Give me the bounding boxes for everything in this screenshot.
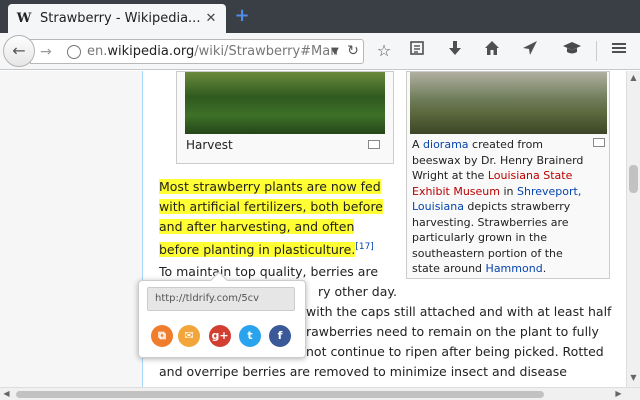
highlighted-line: with artificial fertilizers, both before — [159, 199, 383, 214]
navigation-bar: → en.wikipedia.org/wiki/Strawberry#Manu … — [0, 33, 640, 70]
diorama-image[interactable] — [410, 72, 607, 134]
highlighted-line: and after harvesting, and often — [159, 219, 355, 234]
facebook-icon[interactable]: f — [269, 325, 291, 347]
url-dropdown-icon[interactable]: ▼ — [329, 40, 341, 63]
toolbar-separator — [596, 41, 597, 61]
link-diorama[interactable]: diorama — [423, 138, 469, 151]
horizontal-scrollbar[interactable]: ◀ ▶ — [0, 387, 640, 400]
article-line: rawberries need to remain on the plant t… — [306, 324, 599, 339]
tab-strawberry[interactable]: W Strawberry - Wikipedia... ✕ — [8, 4, 226, 33]
vertical-scrollbar[interactable]: ▲ ▼ — [626, 71, 640, 387]
harvest-caption: Harvest — [186, 138, 233, 152]
wikipedia-sidebar — [0, 71, 143, 387]
home-icon[interactable] — [480, 39, 504, 63]
reading-list-icon[interactable] — [405, 39, 429, 63]
copy-icon[interactable]: ⧉ — [151, 325, 173, 347]
scroll-left-icon[interactable]: ◀ — [0, 388, 13, 400]
url-bar[interactable]: → en.wikipedia.org/wiki/Strawberry#Manu … — [30, 39, 364, 64]
send-icon[interactable] — [518, 39, 542, 63]
wikipedia-favicon-icon: W — [16, 10, 32, 26]
globe-icon[interactable] — [67, 45, 81, 59]
harvest-figure: Harvest — [176, 71, 394, 164]
download-icon[interactable] — [443, 39, 467, 63]
tab-title: Strawberry - Wikipedia... — [40, 11, 201, 26]
graduation-cap-icon[interactable] — [560, 39, 584, 63]
harvest-image[interactable] — [185, 72, 385, 134]
scroll-up-icon[interactable]: ▲ — [627, 71, 640, 85]
forward-icon[interactable]: → — [40, 41, 52, 63]
citation-link[interactable]: [17] — [355, 242, 373, 252]
article-line: ry other day. — [318, 284, 397, 299]
page-content: Harvest A diorama created from beeswax b… — [0, 71, 626, 387]
link-hammond[interactable]: Hammond — [486, 262, 543, 275]
new-tab-button[interactable]: + — [232, 6, 252, 26]
highlighted-line: Most strawberry plants are now fed — [159, 179, 381, 194]
diorama-figure: A diorama created from beeswax by Dr. He… — [406, 71, 610, 279]
star-icon[interactable]: ☆ — [372, 39, 396, 63]
enlarge-icon[interactable] — [593, 138, 605, 147]
horizontal-scroll-thumb[interactable] — [16, 391, 544, 398]
url-text[interactable]: en.wikipedia.org/wiki/Strawberry#Manu — [87, 40, 337, 63]
article-line: and overripe berries are removed to mini… — [159, 364, 568, 379]
reload-icon[interactable]: ↻ — [345, 40, 361, 63]
google-plus-icon[interactable]: g+ — [209, 325, 231, 347]
vertical-scroll-thumb[interactable] — [629, 165, 638, 193]
enlarge-icon[interactable] — [368, 140, 380, 149]
twitter-icon[interactable]: t — [239, 325, 261, 347]
tab-strip: W Strawberry - Wikipedia... ✕ + — [0, 0, 640, 33]
share-popup: http://tldrify.com/5cv ⧉ ✉ g+ t f — [138, 271, 306, 358]
article-line: not continue to ripen after being picked… — [306, 344, 604, 359]
highlighted-line: before planting in plasticulture.[17] — [159, 242, 374, 258]
email-icon[interactable]: ✉ — [178, 325, 200, 347]
menu-icon[interactable] — [607, 39, 631, 63]
scroll-right-icon[interactable]: ▶ — [612, 388, 625, 400]
article-line: with the caps still attached and with at… — [306, 304, 612, 319]
diorama-caption: A diorama created from beeswax by Dr. He… — [412, 138, 584, 275]
close-tab-icon[interactable]: ✕ — [204, 11, 218, 26]
back-button[interactable]: ← — [3, 35, 35, 67]
share-link-field[interactable]: http://tldrify.com/5cv — [147, 287, 295, 311]
article-line: To maintain top quality, berries are — [159, 264, 379, 279]
scroll-down-icon[interactable]: ▼ — [627, 371, 640, 385]
